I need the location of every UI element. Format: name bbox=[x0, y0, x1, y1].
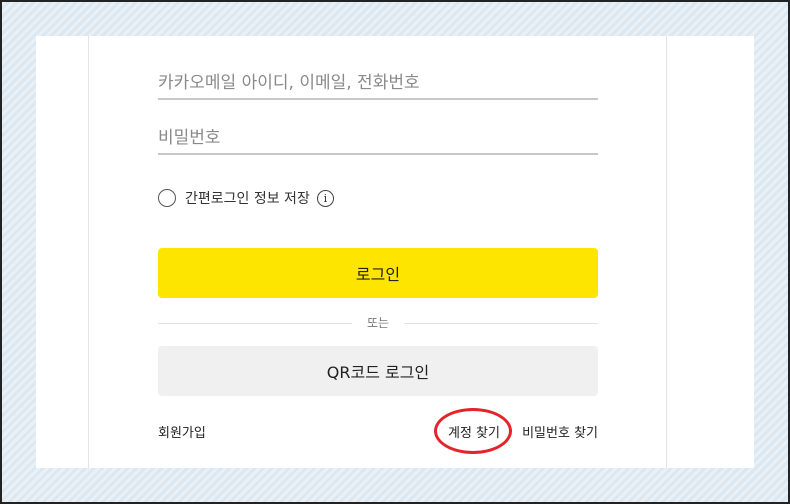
signup-link[interactable]: 회원가입 bbox=[158, 422, 206, 441]
remember-login-radio[interactable] bbox=[158, 189, 176, 207]
remember-login-option[interactable]: 간편로그인 정보 저장 i bbox=[158, 187, 334, 209]
divider-line-right bbox=[404, 323, 598, 324]
qr-login-button[interactable]: QR코드 로그인 bbox=[158, 346, 598, 396]
info-icon[interactable]: i bbox=[316, 189, 334, 207]
panel-left-border bbox=[88, 36, 89, 468]
account-id-input[interactable] bbox=[158, 68, 598, 100]
or-divider: 또는 bbox=[158, 314, 598, 332]
find-password-link[interactable]: 비밀번호 찾기 bbox=[522, 422, 598, 441]
password-input[interactable] bbox=[158, 123, 598, 155]
login-button[interactable]: 로그인 bbox=[158, 248, 598, 298]
login-panel: 간편로그인 정보 저장 i 로그인 또는 QR코드 로그인 회원가입 계정 찾기… bbox=[36, 36, 754, 468]
find-account-link[interactable]: 계정 찾기 bbox=[448, 422, 500, 441]
remember-login-label: 간편로그인 정보 저장 bbox=[185, 191, 310, 207]
footer-links: 회원가입 계정 찾기 비밀번호 찾기 bbox=[158, 422, 598, 442]
panel-right-border bbox=[666, 36, 667, 468]
